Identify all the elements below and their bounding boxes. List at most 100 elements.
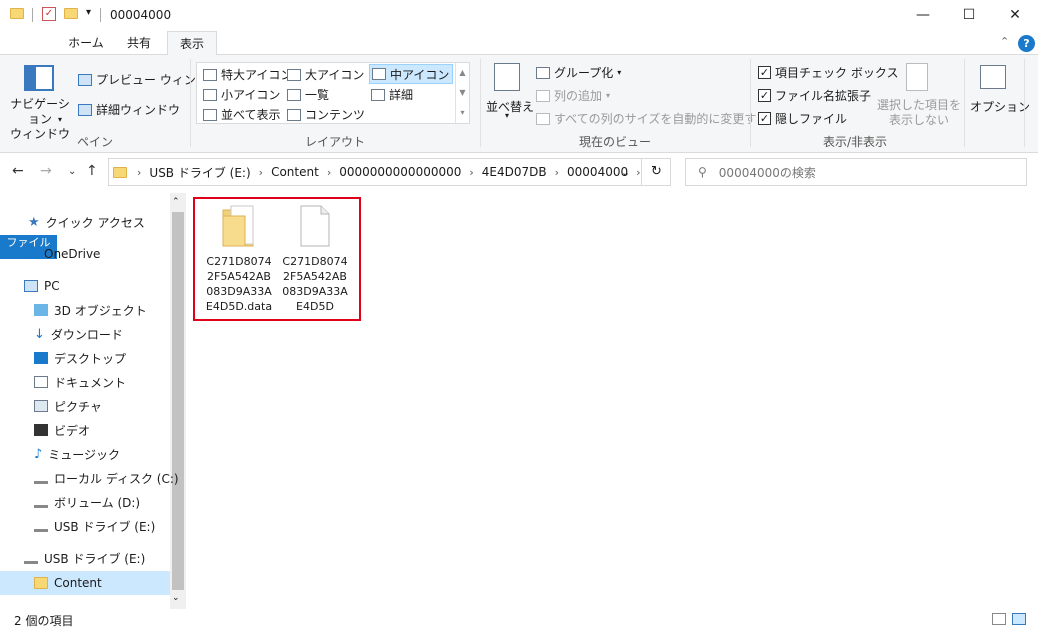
search-input[interactable]: ⚲ 00004000の検索 — [685, 158, 1027, 186]
ribbon: ナビゲーション ウィンドウ ▾ プレビュー ウィンドウ 詳細ウィンドウ ペイン … — [0, 55, 1038, 153]
details-view-icon[interactable] — [992, 613, 1006, 625]
group-by-button[interactable]: グループ化 ▾ — [536, 64, 621, 81]
breadcrumb-4e4d07db[interactable]: 4E4D07DB — [478, 165, 551, 179]
nav-music[interactable]: ♪ ミュージック — [34, 443, 120, 465]
nav-local-disk-label: ローカル ディスク (C:) — [54, 471, 179, 486]
up-button[interactable]: ↑ — [86, 163, 98, 179]
maximize-button[interactable]: ☐ — [946, 0, 992, 31]
usb-drive-icon — [34, 520, 48, 532]
close-button[interactable]: ✕ — [992, 0, 1038, 31]
film-icon — [34, 424, 48, 436]
nav-usb-e[interactable]: USB ドライブ (E:) — [24, 547, 145, 569]
layout-list[interactable]: 一覧 — [287, 86, 329, 103]
desktop-icon — [34, 352, 48, 364]
nav-videos[interactable]: ビデオ — [34, 419, 90, 441]
scroll-up-icon[interactable]: ⌃ — [172, 197, 180, 207]
tab-view[interactable]: 表示 — [167, 31, 217, 56]
list-icon — [287, 88, 301, 101]
chevron-down-icon: ▾ — [58, 115, 63, 124]
layout-medium-label: 中アイコン — [390, 67, 450, 82]
nav-downloads-label: ダウンロード — [50, 327, 123, 342]
breadcrumb-separator[interactable]: › — [551, 166, 563, 179]
nav-pc[interactable]: PC — [24, 275, 60, 297]
nav-documents[interactable]: ドキュメント — [34, 371, 126, 393]
layout-details[interactable]: 詳細 — [371, 86, 413, 103]
minimize-button[interactable]: — — [900, 0, 946, 31]
properties-icon[interactable]: ✓ — [42, 7, 56, 21]
collapse-ribbon-icon[interactable]: ⌃ — [1000, 35, 1009, 48]
nav-usb-e-under-pc[interactable]: USB ドライブ (E:) — [34, 515, 155, 537]
checkbox-checked-icon: ✓ — [758, 112, 771, 125]
hidden-files-toggle[interactable]: ✓ 隠しファイル — [758, 110, 847, 127]
tab-share[interactable]: 共有 — [114, 31, 164, 55]
add-column-button[interactable]: 列の追加 ▾ — [536, 87, 610, 104]
nav-desktop-label: デスクトップ — [54, 351, 127, 366]
tab-home[interactable]: ホーム — [60, 31, 112, 55]
nav-onedrive[interactable]: OneDrive — [24, 243, 100, 265]
divider — [190, 59, 191, 147]
autosize-columns-icon — [536, 112, 550, 125]
breadcrumb-separator[interactable]: › — [133, 166, 145, 179]
back-button[interactable]: ← — [12, 163, 24, 179]
nav-desktop[interactable]: デスクトップ — [34, 347, 126, 369]
document-icon — [34, 376, 48, 388]
scroll-down-icon[interactable]: ⌄ — [172, 593, 180, 603]
nav-scrollbar-thumb[interactable] — [172, 212, 184, 590]
divider — [100, 8, 101, 22]
layout-tiles[interactable]: 並べて表示 — [203, 106, 281, 123]
small-icons-icon — [203, 88, 217, 101]
breadcrumb-separator[interactable]: › — [465, 166, 477, 179]
window-title: 00004000 — [110, 8, 172, 22]
nav-3d-objects[interactable]: 3D オブジェクト — [34, 299, 147, 321]
nav-content-folder[interactable]: Content — [34, 572, 102, 594]
folder-icon — [34, 577, 48, 589]
breadcrumb-content[interactable]: Content — [267, 165, 323, 179]
nav-onedrive-label: OneDrive — [44, 247, 101, 261]
layout-content[interactable]: コンテンツ — [287, 106, 365, 123]
file-item-no-extension[interactable]: C271D8074 2F5A542AB 083D9A33A E4D5D — [277, 204, 353, 314]
layout-medium-icons[interactable]: 中アイコン — [369, 64, 453, 84]
breadcrumb-separator[interactable]: › — [323, 166, 335, 179]
divider — [480, 59, 481, 147]
usb-drive-icon — [24, 552, 38, 564]
layout-small-label: 小アイコン — [221, 88, 281, 102]
nav-pictures[interactable]: ピクチャ — [34, 395, 102, 417]
item-checkbox-toggle[interactable]: ✓ 項目チェック ボックス — [758, 64, 898, 81]
file-name-line: C271D8074 — [206, 255, 272, 268]
autosize-columns-button[interactable]: すべての列のサイズを自動的に変更する — [536, 110, 768, 127]
file-item-data[interactable]: C271D8074 2F5A542AB 083D9A33A E4D5D.data — [201, 204, 277, 314]
autosize-columns-label: すべての列のサイズを自動的に変更する — [554, 112, 769, 126]
address-bar[interactable]: › USB ドライブ (E:) › Content › 000000000000… — [108, 158, 671, 186]
nav-local-disk-c[interactable]: ローカル ディスク (C:) — [34, 467, 179, 489]
drive-icon — [34, 472, 48, 484]
breadcrumb-zeros[interactable]: 0000000000000000 — [335, 165, 465, 179]
folder-icon — [113, 166, 127, 178]
options-button[interactable]: オプション — [970, 98, 1030, 115]
customize-toolbar-icon[interactable]: ▾ — [86, 7, 91, 18]
sort-button[interactable]: 並べ替え — [486, 98, 534, 115]
layout-gallery: 特大アイコン 大アイコン 中アイコン 小アイコン 一覧 詳細 並べて表示 コンテ… — [196, 62, 470, 124]
address-dropdown-icon[interactable]: ⌄ — [621, 166, 630, 179]
forward-button[interactable]: → — [40, 163, 52, 179]
layout-small-icons[interactable]: 小アイコン — [203, 86, 280, 103]
breadcrumb-separator[interactable]: › — [255, 166, 267, 179]
help-icon[interactable]: ? — [1018, 35, 1035, 52]
new-folder-icon[interactable] — [64, 8, 78, 19]
details-pane-icon — [78, 103, 92, 116]
nav-volume-d[interactable]: ボリューム (D:) — [34, 491, 140, 513]
gallery-scroll[interactable]: ▲ ▼ ▾ — [455, 63, 469, 123]
item-checkbox-label: 項目チェック ボックス — [775, 66, 899, 80]
layout-large-icons[interactable]: 大アイコン — [287, 66, 364, 83]
file-name-line: 2F5A542AB — [283, 270, 347, 283]
breadcrumb-usb[interactable]: USB ドライブ (E:) — [145, 164, 254, 181]
recent-locations-button[interactable]: ⌄ — [68, 166, 76, 177]
details-pane-button[interactable]: 詳細ウィンドウ — [78, 101, 180, 118]
file-extensions-toggle[interactable]: ✓ ファイル名拡張子 — [758, 87, 871, 104]
hide-selected-button[interactable]: 選択した項目を 表示しない — [876, 98, 962, 128]
refresh-icon[interactable]: ↻ — [641, 159, 671, 185]
nav-quick-access[interactable]: ★ クイック アクセス — [28, 211, 145, 233]
nav-downloads[interactable]: ↓ ダウンロード — [34, 323, 123, 345]
large-icons-view-icon[interactable] — [1012, 613, 1026, 625]
layout-xlarge-icons[interactable]: 特大アイコン — [203, 66, 292, 83]
search-placeholder: 00004000の検索 — [718, 165, 816, 180]
